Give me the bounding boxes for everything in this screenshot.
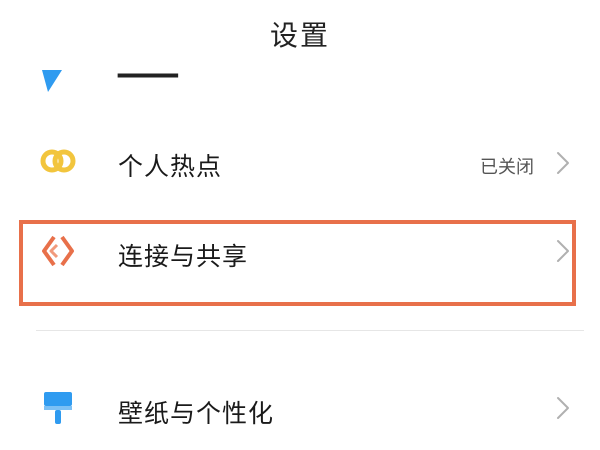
settings-screen: 设置 ▁▁▁ 个人热点 已关闭	[0, 0, 600, 450]
wallpaper-brush-icon	[40, 390, 76, 426]
partially-visible-icon	[40, 70, 64, 96]
hotspot-icon	[40, 143, 76, 179]
hotspot-status-value: 已关闭	[480, 157, 534, 178]
chevron-right-icon	[556, 151, 570, 179]
chevron-right-icon	[556, 396, 570, 424]
settings-item-label: 壁纸与个性化	[118, 399, 275, 428]
page-title: 设置	[269, 19, 330, 52]
highlight-annotation-box	[19, 220, 576, 306]
settings-item-label: 个人热点	[118, 152, 223, 181]
section-divider	[36, 330, 584, 331]
settings-item-wallpaper-and-personalization[interactable]: 壁纸与个性化	[0, 368, 600, 448]
partially-visible-label: ▁▁▁	[118, 68, 178, 78]
partially-visible-settings-item[interactable]: ▁▁▁	[0, 68, 600, 96]
settings-item-personal-hotspot[interactable]: 个人热点 已关闭	[0, 123, 600, 203]
